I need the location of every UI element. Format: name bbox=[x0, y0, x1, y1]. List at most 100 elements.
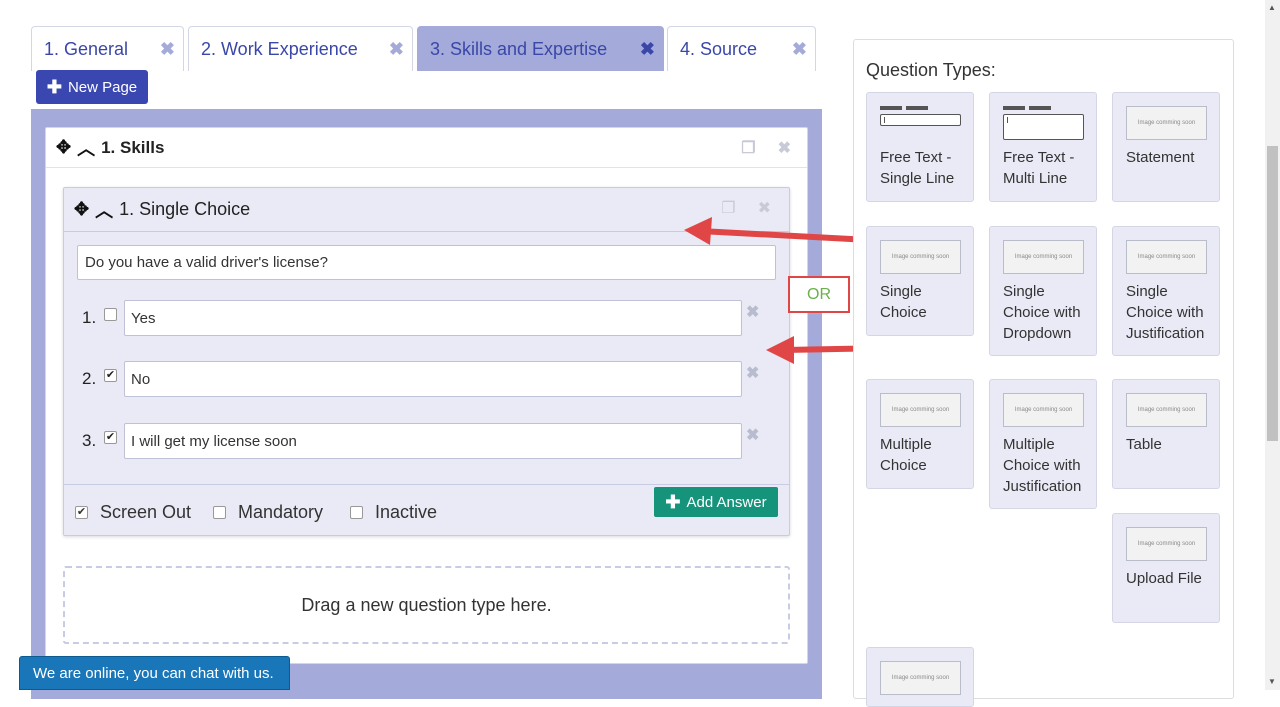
qtype-label: Upload File bbox=[1126, 570, 1202, 587]
close-icon[interactable]: ✖ bbox=[778, 138, 791, 158]
mandatory-option[interactable]: Mandatory bbox=[213, 502, 323, 523]
tab-label: 1. General bbox=[44, 38, 129, 59]
qtype-label: Free Text - Multi Line bbox=[1003, 149, 1075, 187]
tab-label: 3. Skills and Expertise bbox=[430, 38, 608, 59]
qtype-upload-file[interactable]: Image comming soon Upload File bbox=[1112, 513, 1220, 623]
close-icon[interactable]: ✖ bbox=[640, 39, 655, 60]
answer-checkbox[interactable]: ✔ bbox=[104, 430, 117, 444]
single-line-input-icon bbox=[880, 114, 961, 126]
image-placeholder: Image comming soon bbox=[1003, 393, 1084, 427]
tab-skills-and-expertise[interactable]: 3. Skills and Expertise ✖ bbox=[417, 26, 664, 71]
label-bars-icon bbox=[1003, 106, 1051, 110]
close-icon[interactable]: ✖ bbox=[160, 39, 175, 60]
qtype-single-choice-dropdown[interactable]: Image comming soon Single Choice with Dr… bbox=[989, 226, 1097, 356]
answer-row: 1. Yes ✖ bbox=[82, 300, 759, 336]
page-section-title: 1. Skills bbox=[101, 137, 165, 157]
delete-answer-icon[interactable]: ✖ bbox=[746, 302, 759, 322]
multi-line-input-icon bbox=[1003, 114, 1084, 140]
close-icon[interactable]: ✖ bbox=[758, 198, 771, 218]
question-header: ✥ ︿ 1. Single Choice ❐ ✖ bbox=[64, 188, 789, 232]
delete-answer-icon[interactable]: ✖ bbox=[746, 363, 759, 383]
screen-out-option[interactable]: ✔ Screen Out bbox=[75, 502, 191, 523]
checkbox[interactable] bbox=[350, 506, 363, 519]
image-placeholder: Image comming soon bbox=[1126, 240, 1207, 274]
add-answer-label: Add Answer bbox=[686, 493, 767, 511]
qtype-multiple-choice-justification[interactable]: Image comming soon Multiple Choice with … bbox=[989, 379, 1097, 509]
question-types-title: Question Types: bbox=[866, 60, 996, 80]
copy-icon[interactable]: ❐ bbox=[721, 198, 735, 218]
option-label: Mandatory bbox=[238, 502, 324, 522]
collapse-icon[interactable]: ︿ bbox=[95, 197, 113, 223]
move-icon[interactable]: ✥ bbox=[74, 199, 89, 220]
qtype-single-choice[interactable]: Image comming soon Single Choice bbox=[866, 226, 974, 336]
qtype-label: Statement bbox=[1126, 149, 1195, 166]
tab-label: 4. Source bbox=[680, 38, 758, 59]
option-label: Inactive bbox=[375, 502, 438, 522]
tab-label: 2. Work Experience bbox=[201, 38, 358, 59]
qtype-label: Multiple Choice bbox=[880, 436, 932, 474]
qtype-label: Free Text - Single Line bbox=[880, 149, 955, 187]
qtype-label: Single Choice bbox=[880, 283, 927, 321]
page-section-header: ✥ ︿ 1. Skills ❐ ✖ bbox=[46, 128, 807, 168]
question-title: 1. Single Choice bbox=[119, 199, 251, 219]
drop-zone[interactable]: Drag a new question type here. bbox=[63, 566, 790, 644]
collapse-icon[interactable]: ︿ bbox=[77, 135, 95, 161]
inactive-option[interactable]: Inactive bbox=[350, 502, 437, 523]
tab-source[interactable]: 4. Source ✖ bbox=[667, 26, 816, 71]
answer-row: 2. ✔ No ✖ bbox=[82, 361, 759, 397]
scroll-up-icon[interactable]: ▲ bbox=[1268, 3, 1276, 12]
or-annotation: OR bbox=[788, 276, 850, 313]
qtype-label: Single Choice with Justification bbox=[1126, 283, 1205, 342]
image-placeholder: Image comming soon bbox=[880, 240, 961, 274]
tab-work-experience[interactable]: 2. Work Experience ✖ bbox=[188, 26, 413, 71]
scroll-thumb[interactable] bbox=[1267, 146, 1278, 441]
answer-input[interactable]: I will get my license soon bbox=[124, 423, 742, 459]
answer-checkbox[interactable] bbox=[104, 307, 117, 321]
qtype-free-text-multi-line[interactable]: Free Text - Multi Line bbox=[989, 92, 1097, 202]
question-text-input[interactable]: Do you have a valid driver's license? bbox=[77, 245, 776, 280]
add-answer-button[interactable]: ✚ Add Answer bbox=[654, 487, 778, 517]
image-placeholder: Image comming soon bbox=[880, 393, 961, 427]
image-placeholder: Image comming soon bbox=[1126, 527, 1207, 561]
qtype-statement[interactable]: Image comming soon Statement bbox=[1112, 92, 1220, 202]
move-icon[interactable]: ✥ bbox=[56, 137, 71, 158]
new-page-button[interactable]: ✚ New Page bbox=[36, 70, 148, 104]
new-page-label: New Page bbox=[67, 78, 138, 96]
delete-answer-icon[interactable]: ✖ bbox=[746, 425, 759, 445]
page-section-card: ✥ ︿ 1. Skills ❐ ✖ ✥ ︿ 1. Single Choice ❐… bbox=[45, 127, 808, 664]
qtype-multiple-choice[interactable]: Image comming soon Multiple Choice bbox=[866, 379, 974, 489]
image-placeholder: Image comming soon bbox=[1126, 393, 1207, 427]
image-placeholder: Image comming soon bbox=[1126, 106, 1207, 140]
page-scrollbar[interactable]: ▲ ▼ bbox=[1265, 0, 1280, 690]
label-bars-icon bbox=[880, 106, 928, 110]
answer-row: 3. ✔ I will get my license soon ✖ bbox=[82, 423, 759, 459]
qtype-table[interactable]: Image comming soon Table bbox=[1112, 379, 1220, 489]
option-label: Screen Out bbox=[100, 502, 192, 522]
checkbox[interactable]: ✔ bbox=[75, 506, 88, 519]
qtype-label: Table bbox=[1126, 436, 1162, 453]
answer-checkbox[interactable]: ✔ bbox=[104, 368, 117, 382]
image-placeholder: Image comming soon bbox=[1003, 240, 1084, 274]
scroll-down-icon[interactable]: ▼ bbox=[1268, 677, 1276, 686]
copy-icon[interactable]: ❐ bbox=[741, 138, 755, 158]
tab-general[interactable]: 1. General ✖ bbox=[31, 26, 184, 71]
qtype-label: Single Choice with Dropdown bbox=[1003, 283, 1081, 342]
question-types-panel: Question Types: Free Text - Single Line … bbox=[853, 39, 1234, 707]
qtype-single-choice-justification[interactable]: Image comming soon Single Choice with Ju… bbox=[1112, 226, 1220, 356]
question-footer: ✔ Screen Out Mandatory Inactive ✚ Add An… bbox=[64, 484, 789, 535]
answer-input[interactable]: Yes bbox=[124, 300, 742, 336]
qtype-label: Multiple Choice with Justification bbox=[1003, 436, 1082, 495]
plus-icon: ✚ bbox=[46, 77, 62, 97]
close-icon[interactable]: ✖ bbox=[389, 39, 404, 60]
answer-input[interactable]: No bbox=[124, 361, 742, 397]
plus-icon: ✚ bbox=[665, 492, 681, 512]
checkbox[interactable] bbox=[213, 506, 226, 519]
answer-number: 3. bbox=[82, 431, 97, 450]
qtype-card-partial[interactable]: Image comming soon bbox=[866, 647, 974, 707]
answer-number: 1. bbox=[82, 308, 97, 327]
answer-number: 2. bbox=[82, 369, 97, 388]
question-card: ✥ ︿ 1. Single Choice ❐ ✖ Do you have a v… bbox=[63, 187, 790, 536]
close-icon[interactable]: ✖ bbox=[792, 39, 807, 60]
qtype-free-text-single-line[interactable]: Free Text - Single Line bbox=[866, 92, 974, 202]
chat-widget[interactable]: We are online, you can chat with us. bbox=[19, 656, 290, 690]
